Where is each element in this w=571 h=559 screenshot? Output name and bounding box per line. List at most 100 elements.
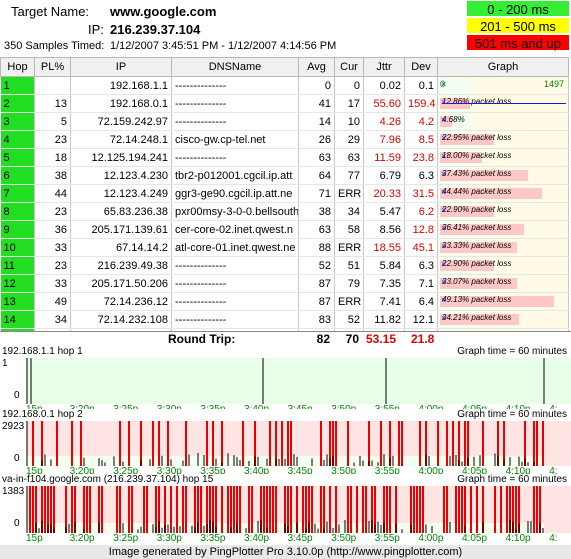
- packet-loss-mark: [32, 486, 34, 533]
- table-row[interactable]: 3 5 72.159.242.97 -------------- 14 10 4.26 4.2…: [0, 112, 569, 131]
- hop-ip: 12.125.194.241: [70, 148, 172, 167]
- hop-ip: 192.168.1.1: [70, 76, 172, 95]
- hop-ip: 65.83.236.38: [70, 202, 172, 221]
- latency-marker: ×: [441, 169, 447, 179]
- hop-avg: 38: [298, 202, 335, 221]
- hop-deviation: 6.4: [404, 292, 438, 311]
- hop-cur: ERR: [334, 292, 364, 311]
- hop-latency-graph: 22.90% packet loss ×: [437, 256, 569, 275]
- table-row[interactable]: 10 33 67.14.14.2 atl-core-01.inet.qwest.ne 8…: [0, 238, 569, 257]
- y-axis-min: 0: [14, 453, 20, 464]
- packet-loss-text: 34.21% packet loss: [442, 313, 512, 322]
- graph-scale-min: 0: [440, 79, 446, 89]
- packet-loss-mark: [176, 486, 178, 533]
- packet-loss-mark: [212, 421, 214, 466]
- col-jttr[interactable]: Jttr: [363, 57, 405, 77]
- hop-latency-graph: 4.68% ×: [437, 112, 569, 131]
- latency-marker: ×: [441, 97, 447, 107]
- col-hop[interactable]: Hop: [0, 57, 35, 77]
- packet-loss-mark: [401, 421, 403, 466]
- hop-number: 2: [0, 94, 35, 113]
- packet-loss-text: 44.44% packet loss: [442, 187, 512, 196]
- packet-loss-mark: [419, 421, 421, 466]
- col-ip[interactable]: IP: [70, 57, 172, 77]
- latency-marker: ×: [441, 133, 447, 143]
- packet-loss-mark: [323, 486, 325, 533]
- packet-loss-mark: [158, 421, 160, 466]
- latency-timeline-plot: [26, 421, 571, 466]
- time-axis: 15p 3:20p 3:25p 3:30p 3:35p 3:40p 3:45p 3:50p 3:…: [26, 533, 571, 544]
- hop-number: 4: [0, 130, 35, 149]
- hop-deviation: 12.8: [404, 220, 438, 239]
- hop-number: 9: [0, 220, 35, 239]
- hop-latency-graph: 33.33% packet loss ×: [437, 238, 569, 257]
- packet-loss-mark: [185, 486, 187, 533]
- col-avg[interactable]: Avg: [298, 57, 335, 77]
- hop-number: 12: [0, 274, 35, 293]
- hop-deviation: 45.1: [404, 238, 438, 257]
- hop-deviation: 6.3: [404, 256, 438, 275]
- col-dns[interactable]: DNSName: [171, 57, 299, 77]
- table-row[interactable]: 6 38 12.123.4.230 tbr2-p012001.cgcil.ip.att…: [0, 166, 569, 185]
- packet-loss-mark: [347, 486, 349, 533]
- hop-timeline-panel: 192.168.1.1 hop 1 Graph time = 60 minutes…: [0, 346, 571, 415]
- col-pl[interactable]: PL%: [34, 57, 71, 77]
- hop-dns-name: --------------: [171, 112, 299, 131]
- y-axis-max: 1383: [2, 486, 25, 497]
- hop-deviation: 6.3: [404, 166, 438, 185]
- hop-avg: 83: [298, 310, 335, 329]
- packet-loss-mark: [185, 421, 187, 466]
- hop-latency-graph: 49.13% packet loss ×: [437, 292, 569, 311]
- table-row[interactable]: 9 36 205.171.139.61 cer-core-02.inet.qwest.…: [0, 220, 569, 239]
- packet-loss-mark: [347, 421, 349, 466]
- hop-avg: 26: [298, 130, 335, 149]
- time-tick-label: 3:40p: [244, 533, 270, 544]
- table-row[interactable]: 8 23 65.83.236.38 pxr00msy-3-0-0.bellsouth 3…: [0, 202, 569, 221]
- packet-loss-mark: [464, 486, 466, 533]
- table-row[interactable]: 5 18 12.125.194.241 -------------- 63 63 11.59…: [0, 148, 569, 167]
- packet-loss-pct: 33: [34, 274, 71, 293]
- packet-loss-mark: [386, 486, 388, 533]
- col-cur[interactable]: Cur: [334, 57, 364, 77]
- table-row[interactable]: 14 34 72.14.232.108 -------------- 83 52 11.82…: [0, 310, 569, 329]
- packet-loss-mark: [29, 486, 31, 533]
- table-row[interactable]: 2 13 192.168.0.1 -------------- 41 17 55.60 159…: [0, 94, 569, 113]
- ip-label: IP:: [88, 22, 104, 37]
- table-row[interactable]: 1 192.168.1.1 -------------- 0 0 0.02 0.1 × 0 149…: [0, 76, 569, 95]
- packet-loss-mark: [206, 421, 208, 466]
- col-dev[interactable]: Dev: [404, 57, 438, 77]
- hop-cur: 58: [334, 220, 364, 239]
- packet-loss-text: 37.43% packet loss: [442, 169, 512, 178]
- hop-ip: 205.171.50.206: [70, 274, 172, 293]
- table-row[interactable]: 7 44 12.123.4.249 ggr3-ge90.cgcil.ip.att.ne…: [0, 184, 569, 203]
- hop-latency-graph: 44.44% packet loss ×: [437, 184, 569, 203]
- hop-dns-name: --------------: [171, 274, 299, 293]
- table-row[interactable]: 12 33 205.171.50.206 -------------- 87 79 7.35…: [0, 274, 569, 293]
- col-graph[interactable]: Graph: [437, 57, 569, 77]
- packet-loss-pct: 38: [34, 166, 71, 185]
- hop-dns-name: atl-core-01.inet.qwest.ne: [171, 238, 299, 257]
- hop-dns-name: --------------: [171, 310, 299, 329]
- packet-loss-mark: [41, 421, 43, 466]
- table-row[interactable]: 13 49 72.14.236.12 -------------- 87 ERR 7.41 6…: [0, 292, 569, 311]
- hop-dns-name: --------------: [171, 256, 299, 275]
- hop-avg: 71: [298, 184, 335, 203]
- hop-cur: 79: [334, 274, 364, 293]
- report-header: Target Name: www.google.com IP: 216.239.…: [0, 0, 571, 56]
- packet-loss-mark: [281, 421, 283, 466]
- table-row[interactable]: 11 23 216.239.49.38 -------------- 52 51 5.84 6…: [0, 256, 569, 275]
- packet-loss-text: 18.00% packet loss: [442, 151, 512, 160]
- packet-loss-mark: [200, 486, 202, 533]
- packet-loss-mark: [53, 486, 55, 533]
- packet-loss-mark: [506, 486, 508, 533]
- time-tick-label: 15p: [26, 533, 43, 544]
- time-tick-label: 3:25p: [113, 533, 139, 544]
- round-trip-dev: 21.8: [411, 332, 435, 346]
- panel-graph-time: Graph time = 60 minutes: [457, 346, 567, 357]
- latency-marker: ×: [441, 223, 447, 233]
- time-tick-label: 4:: [549, 533, 558, 544]
- time-tick-label: 3:55p: [374, 533, 400, 544]
- hop-jitter: 0.02: [363, 76, 405, 95]
- table-row[interactable]: 4 23 72.14.248.1 cisco-gw.cp-tel.net 26 29 7.9…: [0, 130, 569, 149]
- y-axis-min: 0: [14, 390, 20, 401]
